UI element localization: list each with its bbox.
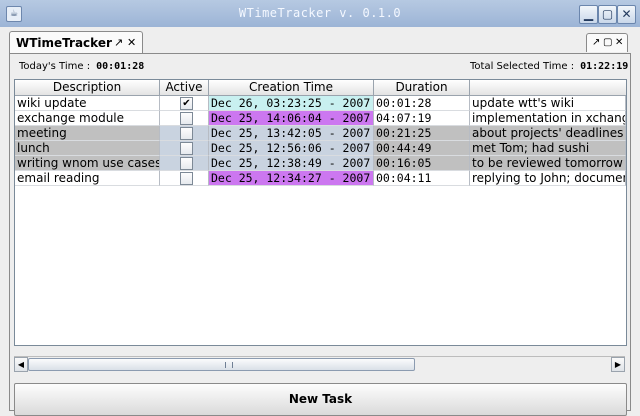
table-row[interactable]: exchange module Dec 25, 14:06:04 - 2007 04… bbox=[15, 111, 626, 126]
column-active[interactable]: Active bbox=[160, 80, 209, 95]
float-icon[interactable]: ↗ bbox=[592, 37, 600, 48]
todays-time-label: Today's Time : bbox=[19, 61, 91, 72]
column-duration[interactable]: Duration bbox=[374, 80, 470, 95]
active-checkbox[interactable] bbox=[180, 127, 193, 140]
window-title: WTimeTracker v. 0.1.0 bbox=[238, 6, 402, 20]
todays-time: Today's Time : 00:01:28 bbox=[19, 61, 144, 72]
maximize-panel-icon[interactable]: ▢ bbox=[603, 37, 612, 48]
table-row[interactable]: writing wnom use cases Dec 25, 12:38:49 -… bbox=[15, 156, 626, 171]
new-task-button[interactable]: New Task bbox=[14, 383, 627, 416]
creation-time-cell: Dec 25, 12:38:49 - 2007 bbox=[209, 156, 374, 171]
active-cell bbox=[160, 171, 209, 186]
table-row[interactable]: wiki update ✔ Dec 26, 03:23:25 - 2007 00:01… bbox=[15, 96, 626, 111]
column-comment[interactable] bbox=[470, 80, 626, 95]
description-cell: wiki update bbox=[15, 96, 160, 111]
comment-cell: about projects' deadlines bbox=[470, 126, 626, 141]
creation-time-cell: Dec 26, 03:23:25 - 2007 bbox=[209, 96, 374, 111]
active-checkbox[interactable] bbox=[180, 142, 193, 155]
comment-cell: replying to John; documents bbox=[470, 171, 626, 186]
active-cell bbox=[160, 126, 209, 141]
creation-time-cell: Dec 25, 12:34:27 - 2007 bbox=[209, 171, 374, 186]
description-cell: exchange module bbox=[15, 111, 160, 126]
description-cell: writing wnom use cases bbox=[15, 156, 160, 171]
duration-cell: 00:16:05 bbox=[374, 156, 470, 171]
active-checkbox[interactable]: ✔ bbox=[180, 97, 193, 110]
maximize-icon[interactable]: ▢ bbox=[598, 5, 617, 24]
column-description[interactable]: Description bbox=[15, 80, 160, 95]
duration-cell: 00:01:28 bbox=[374, 96, 470, 111]
table-header: Description Active Creation Time Duratio… bbox=[15, 80, 626, 96]
active-checkbox[interactable] bbox=[180, 157, 193, 170]
total-selected-value: 01:22:19 bbox=[580, 61, 629, 72]
duration-cell: 00:21:25 bbox=[374, 126, 470, 141]
duration-cell: 00:04:11 bbox=[374, 171, 470, 186]
creation-time-cell: Dec 25, 14:06:04 - 2007 bbox=[209, 111, 374, 126]
duration-cell: 00:44:49 bbox=[374, 141, 470, 156]
total-selected-time: Total Selected Time : 01:22:19 bbox=[470, 61, 628, 72]
column-creation-time[interactable]: Creation Time bbox=[209, 80, 374, 95]
comment-cell: implementation in xchange bbox=[470, 111, 626, 126]
window-content: WTimeTracker ↗ ✕ ↗ ▢ ✕ Today's Time : 00:… bbox=[6, 27, 634, 416]
scrollbar-thumb[interactable] bbox=[28, 358, 415, 371]
table-row[interactable]: lunch Dec 25, 12:56:06 - 2007 00:44:49 met … bbox=[15, 141, 626, 156]
dock-controls: ↗ ▢ ✕ bbox=[586, 33, 628, 52]
minimize-icon[interactable]: ▁ bbox=[579, 5, 598, 24]
title-bar: ☕ WTimeTracker v. 0.1.0 ▁ ▢ ✕ bbox=[0, 0, 640, 27]
close-icon[interactable]: ✕ bbox=[617, 5, 636, 24]
active-checkbox[interactable] bbox=[180, 112, 193, 125]
description-cell: email reading bbox=[15, 171, 160, 186]
description-cell: lunch bbox=[15, 141, 160, 156]
undock-icon[interactable]: ↗ bbox=[114, 36, 123, 49]
horizontal-scrollbar[interactable]: ◀ ▶ bbox=[14, 356, 625, 372]
comment-cell: update wtt's wiki bbox=[470, 96, 626, 111]
close-panel-icon[interactable]: ✕ bbox=[615, 37, 623, 48]
creation-time-cell: Dec 25, 13:42:05 - 2007 bbox=[209, 126, 374, 141]
tab-close-icon[interactable]: ✕ bbox=[127, 36, 136, 49]
dock-tab[interactable]: WTimeTracker ↗ ✕ bbox=[9, 31, 143, 54]
table-row[interactable]: email reading Dec 25, 12:34:27 - 2007 00:0… bbox=[15, 171, 626, 186]
active-cell: ✔ bbox=[160, 96, 209, 111]
scroll-right-icon[interactable]: ▶ bbox=[611, 357, 625, 372]
active-cell bbox=[160, 156, 209, 171]
scroll-left-icon[interactable]: ◀ bbox=[14, 357, 28, 372]
task-table[interactable]: Description Active Creation Time Duratio… bbox=[14, 79, 627, 346]
todays-time-value: 00:01:28 bbox=[96, 61, 145, 72]
active-checkbox[interactable] bbox=[180, 172, 193, 185]
active-cell bbox=[160, 141, 209, 156]
active-cell bbox=[160, 111, 209, 126]
duration-cell: 04:07:19 bbox=[374, 111, 470, 126]
grip-icon bbox=[225, 362, 233, 368]
description-cell: meeting bbox=[15, 126, 160, 141]
tab-label: WTimeTracker bbox=[16, 36, 112, 50]
comment-cell: met Tom; had sushi bbox=[470, 141, 626, 156]
comment-cell: to be reviewed tomorrow bbox=[470, 156, 626, 171]
total-selected-label: Total Selected Time : bbox=[470, 61, 575, 72]
creation-time-cell: Dec 25, 12:56:06 - 2007 bbox=[209, 141, 374, 156]
table-row[interactable]: meeting Dec 25, 13:42:05 - 2007 00:21:25 ab… bbox=[15, 126, 626, 141]
